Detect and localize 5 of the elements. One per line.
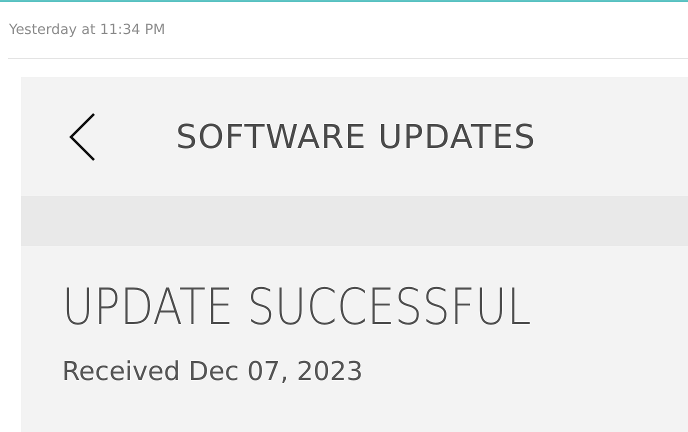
received-date: Received Dec 07, 2023 [62, 357, 364, 387]
back-icon[interactable] [68, 112, 98, 162]
screen-title: SOFTWARE UPDATES [176, 117, 536, 156]
timestamp: Yesterday at 11:34 PM [8, 21, 166, 38]
status-heading: UPDATE SUCCESSFUL [62, 279, 532, 335]
